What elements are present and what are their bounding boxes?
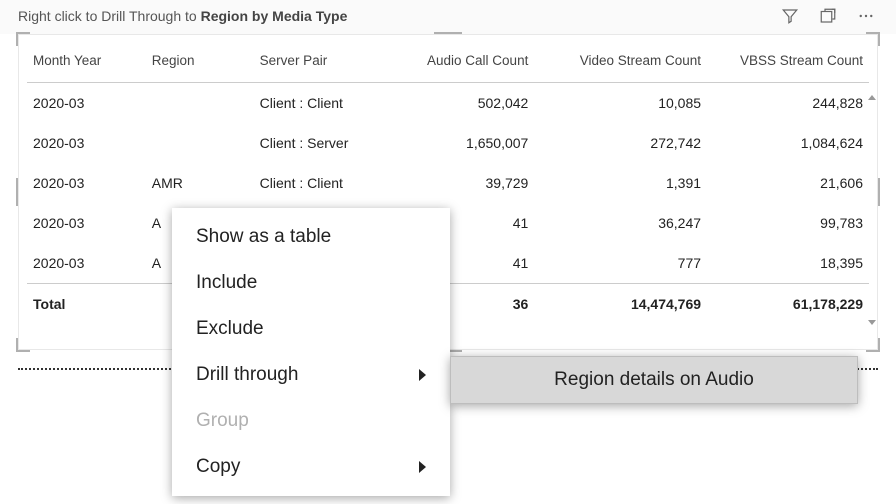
cell-region	[146, 83, 254, 124]
cell-video: 777	[534, 243, 707, 284]
cell-video: 10,085	[534, 83, 707, 124]
total-label: Total	[27, 284, 146, 325]
hint-prefix: Right click to Drill Through to	[18, 8, 201, 24]
menu-label: Copy	[196, 456, 240, 478]
cell-region: AMR	[146, 163, 254, 203]
col-video-count[interactable]: Video Stream Count	[534, 41, 707, 83]
cell-month-year: 2020-03	[27, 83, 146, 124]
cell-video: 36,247	[534, 203, 707, 243]
cell-vbss: 244,828	[707, 83, 869, 124]
table-row[interactable]: 2020-03 AMR Client : Client 39,729 1,391…	[27, 163, 869, 203]
cell-server-pair: Client : Server	[254, 123, 394, 163]
scroll-up-icon[interactable]	[868, 95, 876, 100]
col-month-year[interactable]: Month Year	[27, 41, 146, 83]
drillthrough-submenu: Region details on Audio	[450, 356, 858, 404]
cell-audio: 39,729	[394, 163, 534, 203]
scroll-down-icon[interactable]	[868, 320, 876, 325]
menu-exclude[interactable]: Exclude	[172, 306, 450, 352]
more-options-icon[interactable]	[854, 4, 878, 28]
table-row[interactable]: 2020-03 Client : Client 502,042 10,085 2…	[27, 83, 869, 124]
col-audio-count[interactable]: Audio Call Count	[394, 41, 534, 83]
submenu-label: Region details on Audio	[554, 369, 754, 390]
cell-audio: 1,650,007	[394, 123, 534, 163]
cell-audio: 502,042	[394, 83, 534, 124]
cell-vbss: 18,395	[707, 243, 869, 284]
vertical-scrollbar[interactable]	[868, 95, 876, 325]
cell-vbss: 99,783	[707, 203, 869, 243]
menu-label: Show as a table	[196, 226, 331, 248]
chevron-right-icon	[419, 461, 426, 473]
col-region[interactable]: Region	[146, 41, 254, 83]
focus-mode-icon[interactable]	[816, 4, 840, 28]
cell-video: 1,391	[534, 163, 707, 203]
cell-vbss: 21,606	[707, 163, 869, 203]
visual-header: Right click to Drill Through to Region b…	[0, 0, 896, 34]
cell-month-year: 2020-03	[27, 163, 146, 203]
menu-drill-through[interactable]: Drill through	[172, 352, 450, 398]
total-video: 14,474,769	[534, 284, 707, 325]
drillthrough-hint: Right click to Drill Through to Region b…	[18, 8, 764, 24]
menu-label: Drill through	[196, 364, 298, 386]
context-menu: Show as a table Include Exclude Drill th…	[172, 208, 450, 496]
total-vbss: 61,178,229	[707, 284, 869, 325]
menu-label: Exclude	[196, 318, 264, 340]
cell-server-pair: Client : Client	[254, 163, 394, 203]
cell-region	[146, 123, 254, 163]
table-row[interactable]: 2020-03 Client : Server 1,650,007 272,74…	[27, 123, 869, 163]
col-vbss-count[interactable]: VBSS Stream Count	[707, 41, 869, 83]
cell-vbss: 1,084,624	[707, 123, 869, 163]
hint-target: Region by Media Type	[201, 8, 348, 24]
chevron-right-icon	[419, 369, 426, 381]
menu-include[interactable]: Include	[172, 260, 450, 306]
submenu-region-details-audio[interactable]: Region details on Audio	[451, 357, 857, 403]
menu-label: Include	[196, 272, 257, 294]
menu-label: Group	[196, 410, 249, 432]
col-server-pair[interactable]: Server Pair	[254, 41, 394, 83]
filter-icon[interactable]	[778, 4, 802, 28]
cell-month-year: 2020-03	[27, 203, 146, 243]
cell-month-year: 2020-03	[27, 243, 146, 284]
cell-video: 272,742	[534, 123, 707, 163]
cell-month-year: 2020-03	[27, 123, 146, 163]
table-header-row: Month Year Region Server Pair Audio Call…	[27, 41, 869, 83]
menu-copy[interactable]: Copy	[172, 444, 450, 490]
menu-show-as-table[interactable]: Show as a table	[172, 214, 450, 260]
cell-server-pair: Client : Client	[254, 83, 394, 124]
menu-group: Group	[172, 398, 450, 444]
